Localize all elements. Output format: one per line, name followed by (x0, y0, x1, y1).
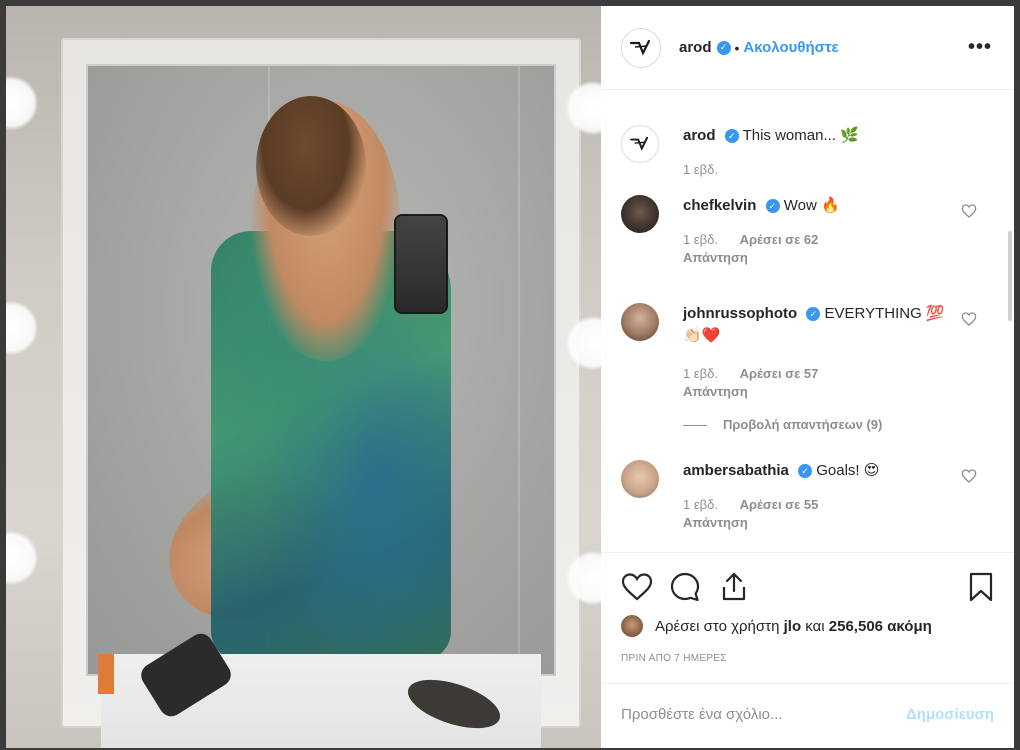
post-actions: Αρέσει στο χρήστη jlo και 256,506 ακόμη … (601, 552, 1014, 748)
comment-avatar[interactable] (621, 195, 659, 233)
logo-icon (630, 136, 649, 151)
comment-avatar[interactable] (621, 303, 659, 341)
reply-button[interactable]: Απάντηση (683, 514, 953, 532)
bookmark-icon[interactable] (965, 571, 997, 603)
heart-icon[interactable] (961, 311, 977, 327)
verified-icon: ✓ (724, 129, 739, 144)
share-icon[interactable] (718, 571, 750, 603)
figure-hair (256, 96, 366, 236)
comment-avatar[interactable] (621, 460, 659, 498)
scrollbar[interactable] (1008, 231, 1012, 321)
orange-box (98, 654, 114, 694)
comment-text: Wow 🔥 (783, 197, 840, 214)
light-bulb (6, 531, 38, 585)
heart-icon[interactable] (961, 468, 977, 484)
comment-likes[interactable]: Αρέσει σε 57 (740, 366, 819, 381)
add-comment-bar: Δημοσίευση (601, 683, 1014, 745)
heart-icon[interactable] (961, 203, 977, 219)
verified-icon: ✓ (798, 464, 813, 479)
likes-summary: Αρέσει στο χρήστη jlo και 256,506 ακόμη (621, 615, 932, 637)
divider (683, 425, 707, 427)
separator-dot: • (734, 39, 740, 56)
follow-button[interactable]: Ακολουθήστε (743, 39, 838, 56)
author-username[interactable]: arod (679, 39, 712, 56)
comment-username[interactable]: ambersabathia (683, 462, 789, 479)
comment-avatar[interactable] (621, 125, 659, 163)
comment-time[interactable]: 1 εβδ. (683, 497, 718, 512)
verified-icon: ✓ (806, 307, 821, 322)
light-bulb (6, 76, 38, 130)
post-modal: arod ✓ • Ακολουθήστε ••• arod ✓ This wom… (0, 0, 1020, 750)
likes-count[interactable]: 256,506 (829, 618, 883, 635)
comments-list: arod ✓ This woman... 🌿 1 εβδ. chefkelvin… (601, 91, 1014, 551)
comment-username[interactable]: johnrussophoto (683, 305, 797, 322)
verified-icon: ✓ (716, 40, 731, 55)
comment-time[interactable]: 1 εβδ. (683, 232, 718, 247)
comment-username[interactable]: chefkelvin (683, 197, 756, 214)
post-header: arod ✓ • Ακολουθήστε ••• (601, 6, 1014, 90)
verified-icon: ✓ (765, 199, 780, 214)
comment-time[interactable]: 1 εβδ. (683, 366, 718, 381)
post-panel: arod ✓ • Ακολουθήστε ••• arod ✓ This wom… (601, 6, 1014, 748)
reply-button[interactable]: Απάντηση (683, 383, 953, 401)
reply-button[interactable]: Απάντηση (683, 249, 953, 267)
more-options-icon[interactable]: ••• (968, 36, 992, 59)
comment-icon[interactable] (669, 571, 701, 603)
posted-time[interactable]: ΠΡΙΝ ΑΠΟ 7 ΗΜΕΡΕΣ (621, 653, 727, 664)
comment-text: This woman... 🌿 (742, 127, 859, 144)
comment-time[interactable]: 1 εβδ. (683, 162, 718, 177)
liker-avatar[interactable] (621, 615, 643, 637)
liker-username[interactable]: jlo (784, 618, 802, 635)
heart-icon[interactable] (621, 571, 653, 603)
view-replies-button[interactable]: Προβολή απαντήσεων (9) (683, 417, 882, 432)
phone (394, 214, 448, 314)
comment-input[interactable] (621, 706, 891, 723)
comment-likes[interactable]: Αρέσει σε 55 (740, 497, 819, 512)
publish-button[interactable]: Δημοσίευση (906, 706, 994, 723)
post-photo[interactable] (6, 6, 601, 748)
light-bulb (6, 301, 38, 355)
author-avatar[interactable] (621, 27, 661, 68)
comment-username[interactable]: arod (683, 127, 716, 144)
comment-text: Goals! 😍 (816, 462, 880, 479)
logo-icon (629, 39, 651, 56)
comment-likes[interactable]: Αρέσει σε 62 (740, 232, 819, 247)
